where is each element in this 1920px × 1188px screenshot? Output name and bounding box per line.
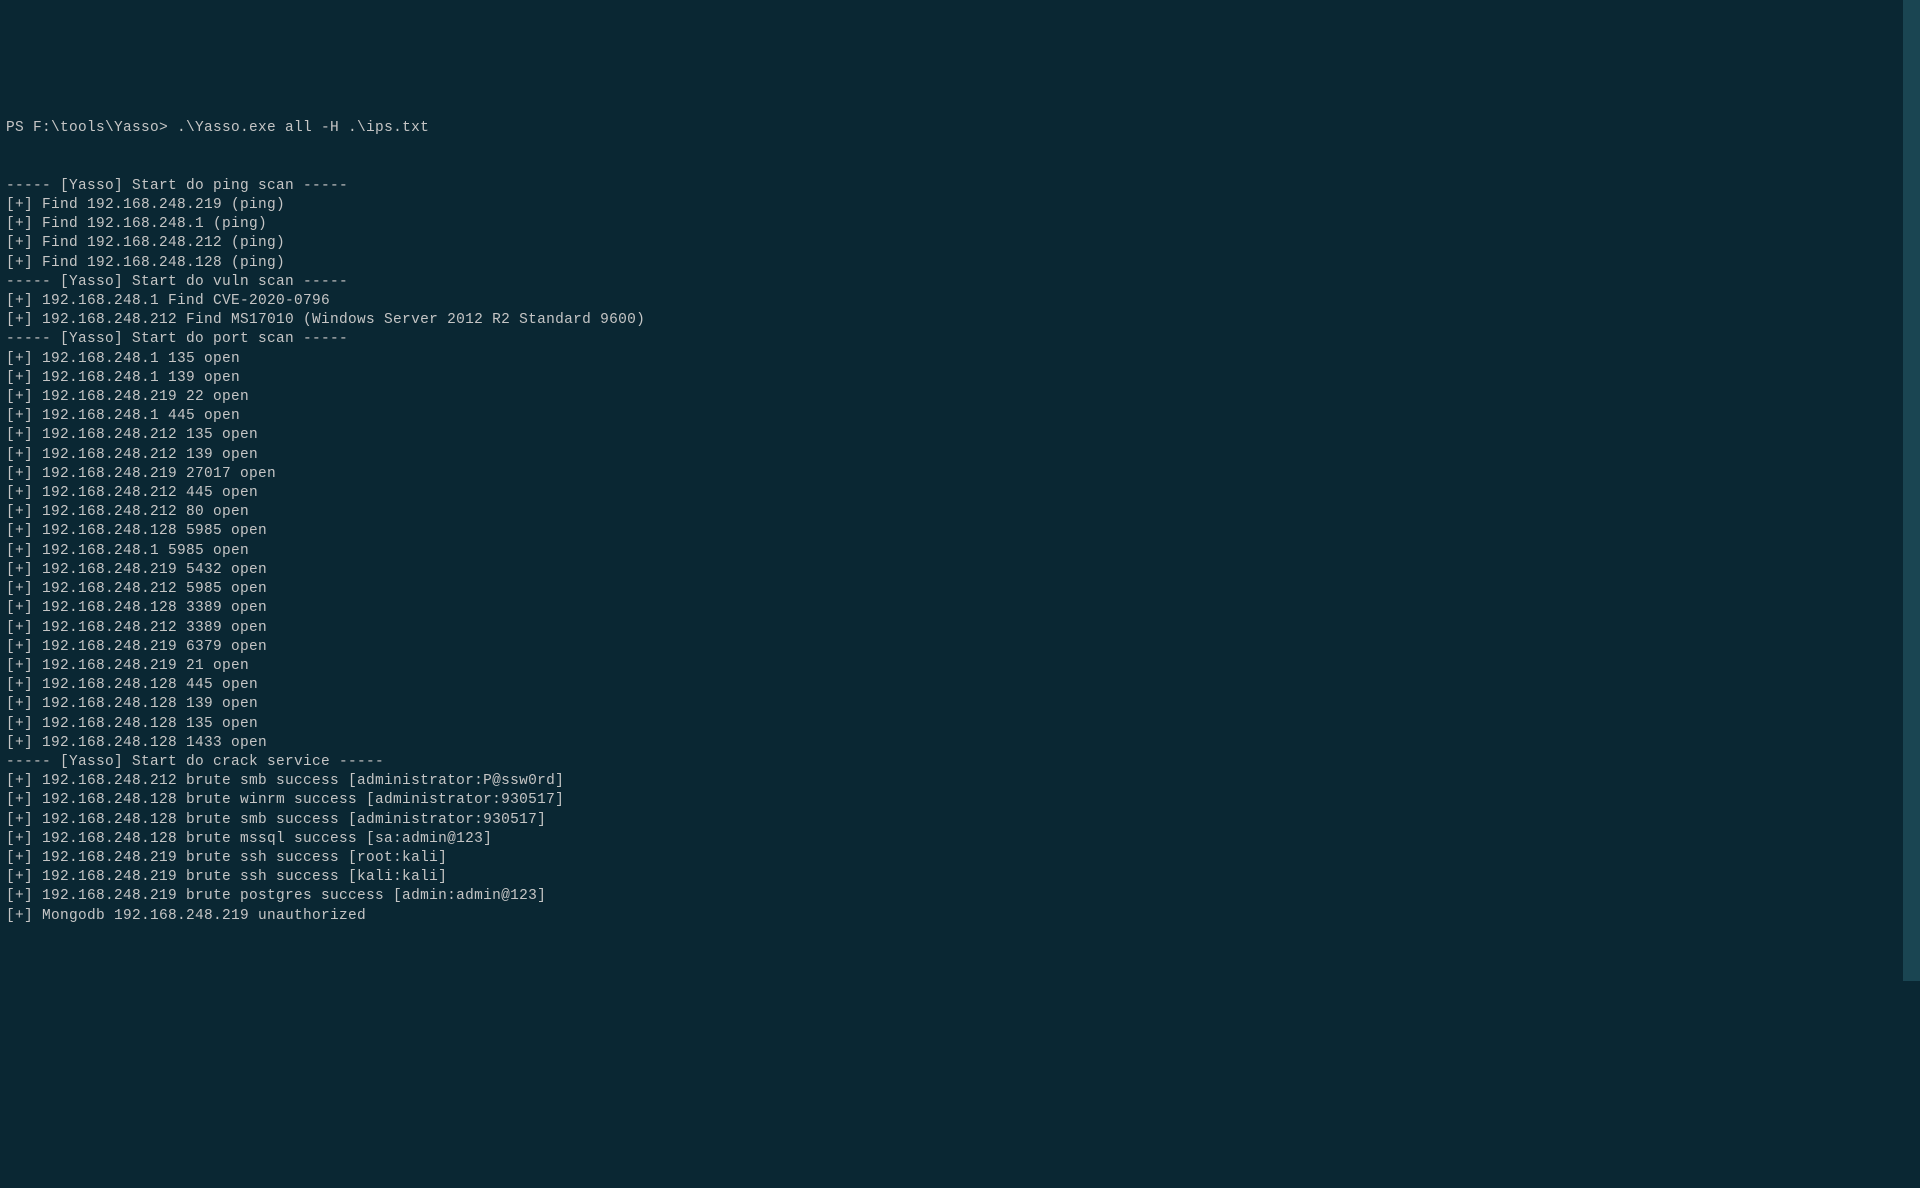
output-line: [+] Find 192.168.248.219 (ping) [6, 196, 1914, 215]
output-line: [+] Mongodb 192.168.248.219 unauthorized [6, 907, 1914, 926]
output-line: [+] 192.168.248.212 brute smb success [a… [6, 772, 1914, 791]
output-line: [+] 192.168.248.212 80 open [6, 503, 1914, 522]
output-line: [+] 192.168.248.128 445 open [6, 676, 1914, 695]
output-line: [+] 192.168.248.128 5985 open [6, 522, 1914, 541]
vertical-scrollbar[interactable] [1903, 0, 1920, 981]
output-line: [+] 192.168.248.219 21 open [6, 657, 1914, 676]
output-line: [+] 192.168.248.1 135 open [6, 350, 1914, 369]
scrollbar-thumb[interactable] [1903, 0, 1920, 981]
output-line: [+] 192.168.248.1 139 open [6, 369, 1914, 388]
output-line: [+] 192.168.248.212 445 open [6, 484, 1914, 503]
output-line: [+] 192.168.248.219 22 open [6, 388, 1914, 407]
output-line: [+] 192.168.248.128 brute smb success [a… [6, 811, 1914, 830]
prompt-line: PS F:\tools\Yasso> .\Yasso.exe all -H .\… [6, 119, 1914, 138]
output-line: [+] 192.168.248.219 brute postgres succe… [6, 887, 1914, 906]
output-line: [+] 192.168.248.212 139 open [6, 446, 1914, 465]
output-line: [+] 192.168.248.128 3389 open [6, 599, 1914, 618]
output-line: [+] 192.168.248.219 6379 open [6, 638, 1914, 657]
output-line: [+] 192.168.248.212 5985 open [6, 580, 1914, 599]
output-line: [+] 192.168.248.128 1433 open [6, 734, 1914, 753]
output-line: [+] 192.168.248.128 139 open [6, 695, 1914, 714]
output-line: [+] Find 192.168.248.212 (ping) [6, 234, 1914, 253]
output-line: [+] 192.168.248.128 brute winrm success … [6, 791, 1914, 810]
output-line: [+] 192.168.248.1 Find CVE-2020-0796 [6, 292, 1914, 311]
output-line: [+] 192.168.248.212 135 open [6, 426, 1914, 445]
terminal-window[interactable]: PS F:\tools\Yasso> .\Yasso.exe all -H .\… [6, 81, 1914, 1054]
output-line: [+] 192.168.248.128 135 open [6, 715, 1914, 734]
prompt-command: .\Yasso.exe all -H .\ips.txt [177, 120, 429, 136]
output-line: ----- [Yasso] Start do vuln scan ----- [6, 273, 1914, 292]
output-line: ----- [Yasso] Start do crack service ---… [6, 753, 1914, 772]
output-line: [+] 192.168.248.128 brute mssql success … [6, 830, 1914, 849]
output-line: [+] 192.168.248.212 Find MS17010 (Window… [6, 311, 1914, 330]
output-line: [+] 192.168.248.219 brute ssh success [k… [6, 868, 1914, 887]
output-line: [+] Find 192.168.248.128 (ping) [6, 254, 1914, 273]
output-line: [+] 192.168.248.219 brute ssh success [r… [6, 849, 1914, 868]
output-line: ----- [Yasso] Start do port scan ----- [6, 330, 1914, 349]
output-line: [+] Find 192.168.248.1 (ping) [6, 215, 1914, 234]
output-line: [+] 192.168.248.1 5985 open [6, 542, 1914, 561]
output-line: [+] 192.168.248.219 5432 open [6, 561, 1914, 580]
output-line: [+] 192.168.248.212 3389 open [6, 619, 1914, 638]
output-line: [+] 192.168.248.219 27017 open [6, 465, 1914, 484]
output-line: ----- [Yasso] Start do ping scan ----- [6, 177, 1914, 196]
prompt-prefix: PS F:\tools\Yasso> [6, 120, 177, 136]
terminal-output: ----- [Yasso] Start do ping scan -----[+… [6, 177, 1914, 926]
output-line: [+] 192.168.248.1 445 open [6, 407, 1914, 426]
